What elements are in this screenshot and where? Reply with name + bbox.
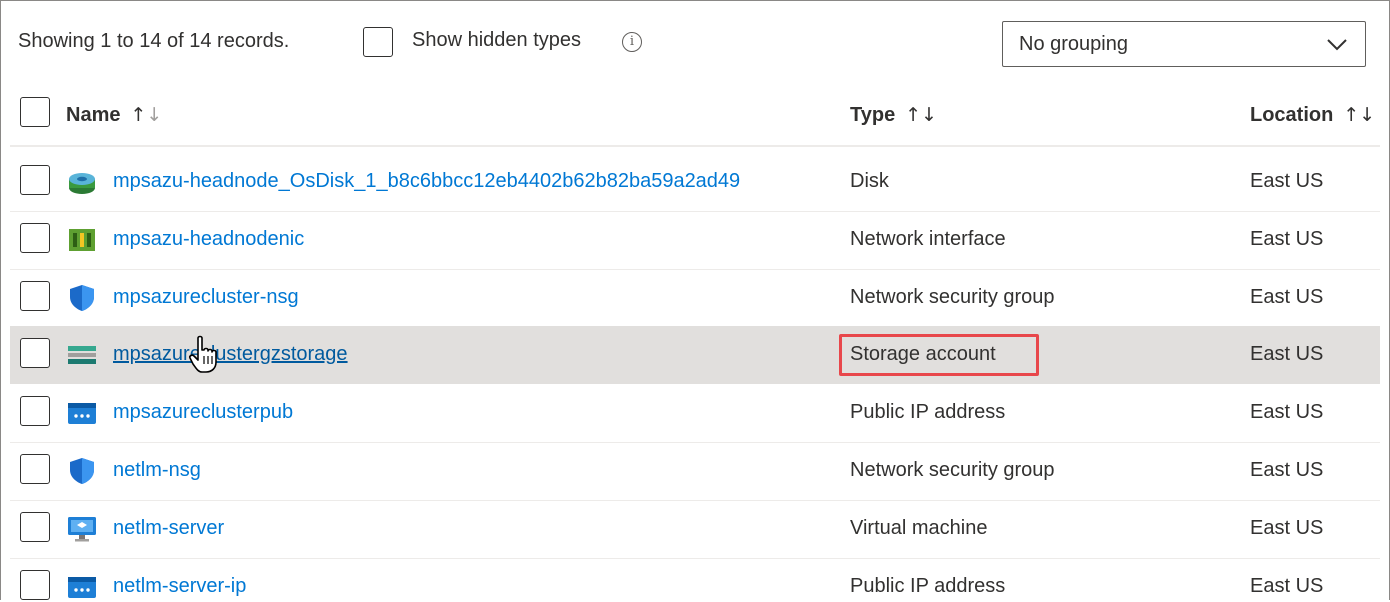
resource-location: East US <box>1250 286 1324 308</box>
resource-location: East US <box>1250 343 1324 365</box>
column-header-location-label: Location <box>1250 104 1334 126</box>
row-checkbox[interactable] <box>20 454 50 484</box>
resource-location: East US <box>1250 517 1324 539</box>
list-toolbar: Showing 1 to 14 of 14 records. Show hidd… <box>0 0 1390 90</box>
public-ip-icon <box>68 403 96 424</box>
table-row[interactable]: netlm-server Virtual machine East US <box>0 500 1390 558</box>
resource-type: Network interface <box>850 228 1006 250</box>
type-highlight-box <box>839 334 1039 376</box>
resource-location: East US <box>1250 170 1324 192</box>
show-hidden-types-checkbox[interactable] <box>363 27 393 57</box>
sort-icon[interactable]: ↑↓ <box>1343 104 1375 126</box>
column-header-name[interactable]: Name ↑↓ <box>66 104 162 127</box>
info-icon[interactable]: i <box>622 32 642 52</box>
column-header-name-label: Name <box>66 104 121 126</box>
table-row[interactable]: mpsazurecluster-nsg Network security gro… <box>0 269 1390 327</box>
network-interface-icon <box>69 229 95 251</box>
row-checkbox[interactable] <box>20 165 50 195</box>
resource-location: East US <box>1250 401 1324 423</box>
record-count-text: Showing 1 to 14 of 14 records. <box>18 30 290 52</box>
row-checkbox[interactable] <box>20 570 50 600</box>
resource-name-link[interactable]: netlm-nsg <box>113 459 201 482</box>
row-checkbox[interactable] <box>20 512 50 542</box>
header-divider <box>10 145 1380 147</box>
row-checkbox[interactable] <box>20 396 50 426</box>
row-checkbox[interactable] <box>20 223 50 253</box>
resource-name-link[interactable]: mpsazu-headnode_OsDisk_1_b8c6bbcc12eb440… <box>113 170 740 193</box>
resource-location: East US <box>1250 575 1324 597</box>
table-row[interactable]: mpsazureclusterpub Public IP address Eas… <box>0 384 1390 442</box>
resource-name-link[interactable]: netlm-server <box>113 517 224 540</box>
table-header <box>0 90 1390 145</box>
table-row[interactable]: mpsazureclustergzstorage Storage account… <box>10 326 1380 384</box>
show-hidden-types-label[interactable]: Show hidden types <box>412 29 581 52</box>
hand-cursor-icon <box>189 335 217 373</box>
row-checkbox[interactable] <box>20 281 50 311</box>
resource-type: Disk <box>850 170 889 192</box>
shield-icon <box>70 458 94 484</box>
table-row[interactable]: mpsazu-headnodenic Network interface Eas… <box>0 211 1390 269</box>
table-row[interactable]: netlm-server-ip Public IP address East U… <box>0 558 1390 601</box>
resource-name-link[interactable]: mpsazurecluster-nsg <box>113 286 299 309</box>
row-checkbox[interactable] <box>20 338 50 368</box>
resource-type: Public IP address <box>850 401 1006 423</box>
resource-type: Network security group <box>850 459 1055 481</box>
virtual-machine-icon <box>68 517 96 542</box>
chevron-down-icon <box>1327 39 1347 51</box>
shield-icon <box>70 285 94 311</box>
resource-name-link[interactable]: mpsazureclustergzstorage <box>113 343 348 366</box>
grouping-selected-value: No grouping <box>1019 33 1128 55</box>
table-row[interactable]: netlm-nsg Network security group East US <box>0 442 1390 500</box>
table-row[interactable]: mpsazu-headnode_OsDisk_1_b8c6bbcc12eb440… <box>0 153 1390 211</box>
column-header-type-label: Type <box>850 104 896 126</box>
resource-name-link[interactable]: mpsazu-headnodenic <box>113 228 304 251</box>
disk-icon <box>69 173 95 194</box>
resource-name-link[interactable]: mpsazureclusterpub <box>113 401 293 424</box>
storage-account-icon <box>68 346 96 364</box>
resource-type: Virtual machine <box>850 517 988 539</box>
resource-type: Network security group <box>850 286 1055 308</box>
grouping-dropdown[interactable]: No grouping <box>1002 21 1366 67</box>
sort-icon[interactable]: ↑↓ <box>905 104 937 126</box>
resource-location: East US <box>1250 228 1324 250</box>
column-header-location[interactable]: Location ↑↓ <box>1250 104 1375 127</box>
public-ip-icon <box>68 577 96 598</box>
resource-type: Public IP address <box>850 575 1006 597</box>
resource-location: East US <box>1250 459 1324 481</box>
column-header-type[interactable]: Type ↑↓ <box>850 104 937 127</box>
select-all-checkbox[interactable] <box>20 97 50 127</box>
sort-icon[interactable]: ↑↓ <box>130 104 162 126</box>
resource-name-link[interactable]: netlm-server-ip <box>113 575 246 598</box>
